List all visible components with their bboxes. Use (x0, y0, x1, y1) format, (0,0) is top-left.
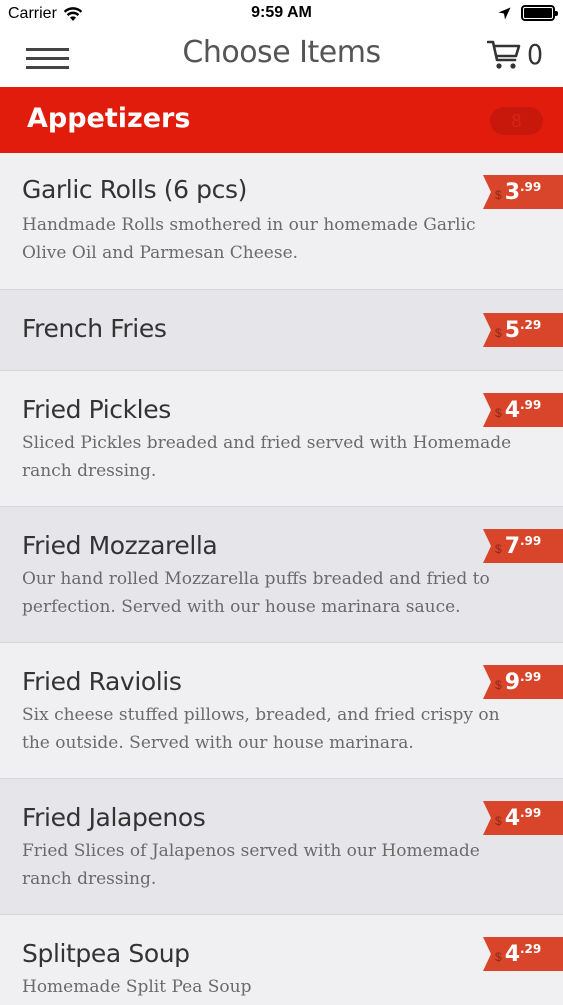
item-name: Fried Mozzarella (22, 531, 218, 560)
item-name: Garlic Rolls (6 pcs) (22, 175, 247, 204)
menu-item[interactable]: French Fries $ 5 .29 (0, 290, 563, 371)
category-item-count-badge: 8 (490, 107, 543, 135)
cart-icon (486, 40, 521, 69)
price-tag: $ 4 .99 (483, 393, 563, 427)
item-description: Sliced Pickles breaded and fried served … (22, 433, 512, 481)
price-dollars: 4 (504, 941, 520, 967)
price-cents: .99 (520, 670, 542, 684)
item-name: Fried Raviolis (22, 667, 182, 696)
status-time: 9:59 AM (251, 4, 312, 21)
item-description: Six cheese stuffed pillows, breaded, and… (22, 705, 500, 753)
price-currency: $ (495, 542, 502, 556)
price-cents: .29 (520, 318, 542, 332)
price-currency: $ (495, 406, 502, 420)
item-name: French Fries (22, 314, 167, 343)
category-title: Appetizers (27, 103, 191, 134)
price-currency: $ (495, 326, 502, 340)
price-dollars: 9 (504, 669, 520, 695)
price-cents: .99 (520, 398, 542, 412)
price-tag: $ 7 .99 (483, 529, 563, 563)
price-tag: $ 9 .99 (483, 665, 563, 699)
price-tag: $ 5 .29 (483, 313, 563, 347)
price-currency: $ (495, 814, 502, 828)
cart-button[interactable]: 0 (486, 38, 543, 71)
price-dollars: 7 (504, 533, 520, 559)
location-arrow-icon (498, 7, 511, 19)
item-description: Homemade Split Pea Soup (22, 977, 252, 997)
price-cents: .99 (520, 806, 542, 820)
price-cents: .99 (520, 180, 542, 194)
menu-item[interactable]: Fried Jalapenos Fried Slices of Jalapeno… (0, 779, 563, 915)
status-right-indicators (498, 5, 558, 21)
item-description: Our hand rolled Mozzarella puffs breaded… (22, 569, 490, 617)
navigation-bar: Choose Items 0 (0, 30, 563, 87)
status-bar: Carrier 9:59 AM (0, 0, 563, 30)
cart-count: 0 (526, 38, 543, 71)
price-dollars: 4 (504, 397, 520, 423)
price-cents: .29 (520, 942, 542, 956)
item-name: Fried Pickles (22, 395, 171, 424)
item-name: Splitpea Soup (22, 939, 190, 968)
price-tag: $ 3 .99 (483, 175, 563, 209)
menu-item[interactable]: Fried Raviolis Six cheese stuffed pillow… (0, 643, 563, 779)
item-description: Fried Slices of Jalapenos served with ou… (22, 841, 480, 889)
price-tag: $ 4 .99 (483, 801, 563, 835)
menu-item[interactable]: Splitpea Soup Homemade Split Pea Soup $ … (0, 915, 563, 1005)
menu-item[interactable]: Fried Pickles Sliced Pickles breaded and… (0, 371, 563, 507)
item-description: Handmade Rolls smothered in our homemade… (22, 215, 476, 263)
price-currency: $ (495, 950, 502, 964)
price-currency: $ (495, 188, 502, 202)
price-dollars: 5 (504, 317, 520, 343)
page-title: Choose Items (182, 35, 381, 70)
menu-item-list: Garlic Rolls (6 pcs) Handmade Rolls smot… (0, 153, 563, 1005)
menu-item[interactable]: Garlic Rolls (6 pcs) Handmade Rolls smot… (0, 153, 563, 290)
price-dollars: 4 (504, 805, 520, 831)
price-currency: $ (495, 678, 502, 692)
price-cents: .99 (520, 534, 542, 548)
menu-item[interactable]: Fried Mozzarella Our hand rolled Mozzare… (0, 507, 563, 643)
price-tag: $ 4 .29 (483, 937, 563, 971)
price-dollars: 3 (504, 179, 520, 205)
item-name: Fried Jalapenos (22, 803, 206, 832)
category-header[interactable]: Appetizers 8 (0, 87, 563, 153)
battery-icon (521, 5, 558, 21)
